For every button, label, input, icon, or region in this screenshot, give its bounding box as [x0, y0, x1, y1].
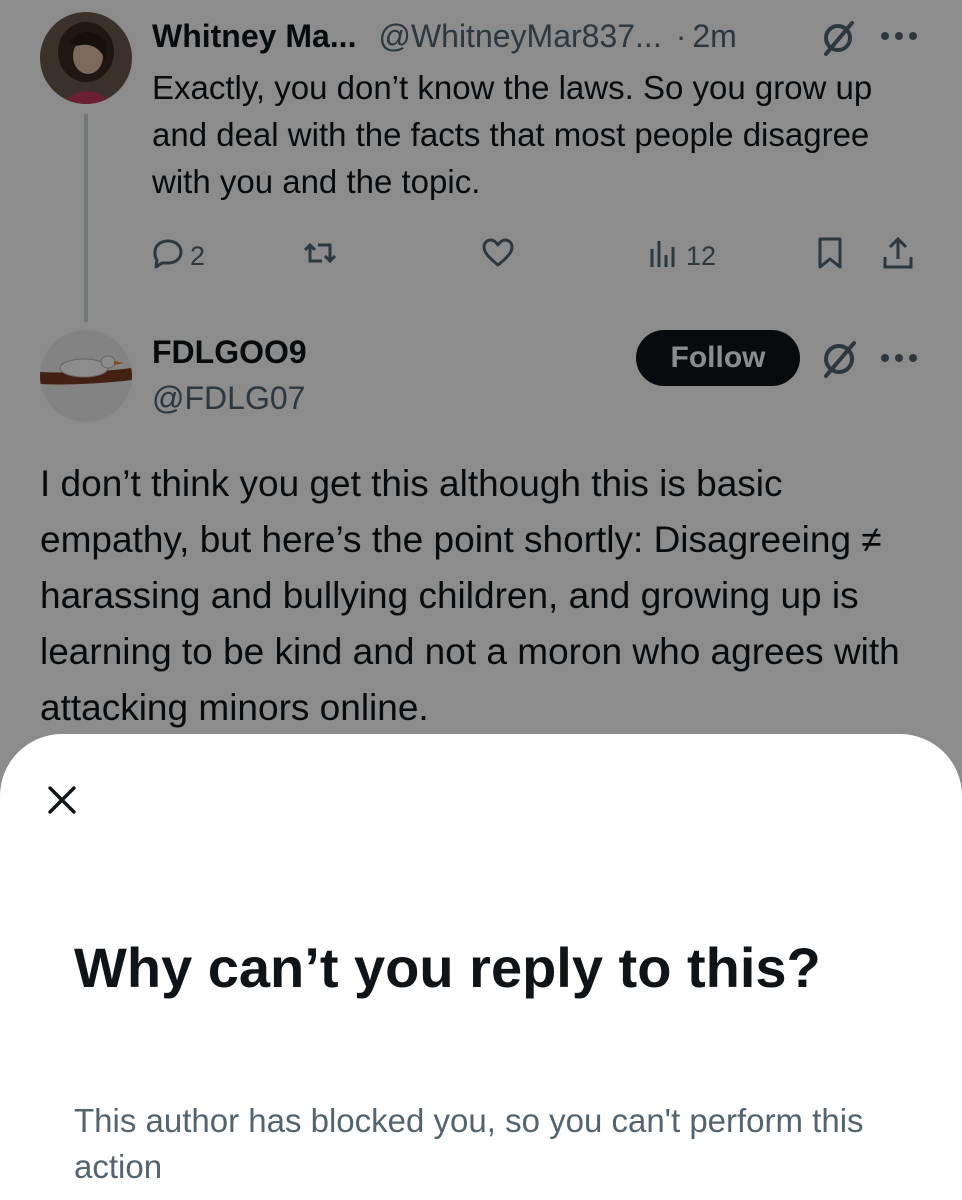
sheet-body-text: This author has blocked you, so you can'…	[74, 1102, 864, 1185]
sheet-title: Why can’t you reply to this?	[74, 936, 821, 999]
close-icon	[48, 786, 76, 814]
close-button[interactable]	[40, 778, 84, 822]
bottom-sheet: Why can’t you reply to this? This author…	[0, 734, 962, 1200]
